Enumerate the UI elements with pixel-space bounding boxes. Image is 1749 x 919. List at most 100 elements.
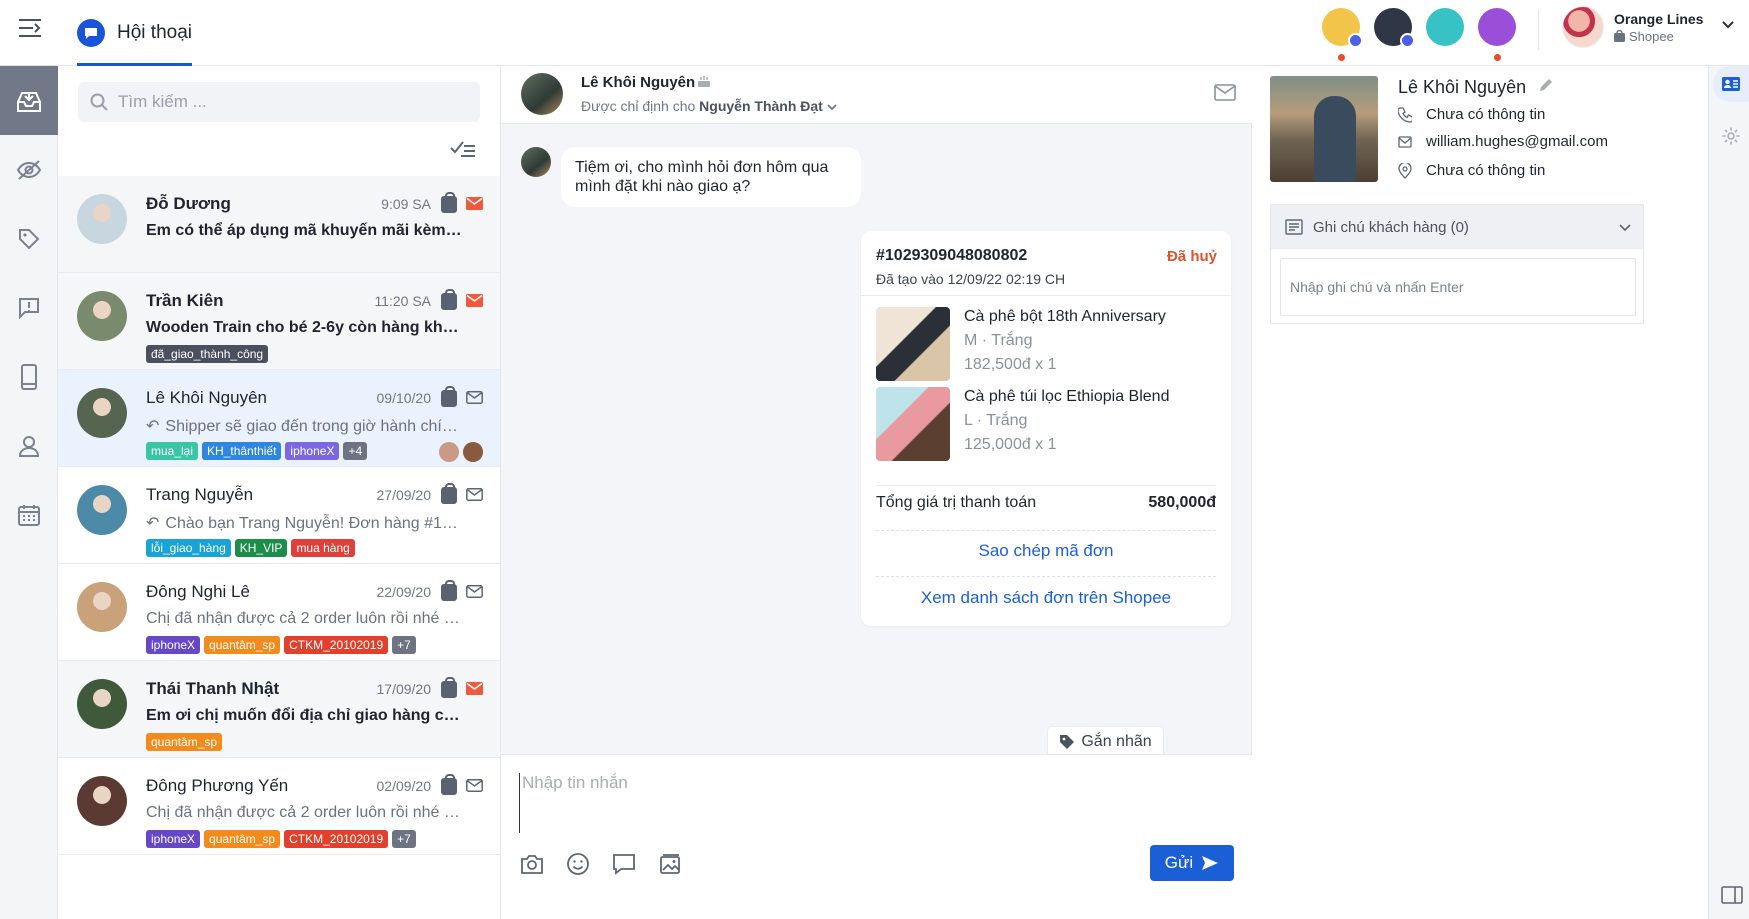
contact-card-icon[interactable]	[1713, 66, 1749, 102]
chevron-down-icon[interactable]	[1722, 16, 1734, 32]
tag-badge: mua_lại	[146, 442, 199, 460]
product-image	[876, 307, 950, 381]
left-nav-rail	[0, 66, 58, 919]
conversation-name: Trang Nguyễn	[146, 485, 254, 504]
shop-avatar[interactable]	[1374, 8, 1415, 48]
conversation-name: Đông Nghi Lê	[146, 582, 250, 601]
customer-address-row: Chưa có thông tin	[1398, 162, 1545, 179]
product-variant: M · Trắng	[964, 332, 1033, 349]
shopee-bag-icon	[441, 192, 457, 213]
conversation-item[interactable]: Trang Nguyễn 27/09/20 ↶ Chào bạn Trang Nguy…	[58, 467, 500, 564]
order-product: Cà phê bột 18th Anniversary M · Trắng 18…	[876, 307, 1216, 387]
note-icon	[1285, 219, 1303, 235]
shop-avatar[interactable]	[1426, 8, 1464, 46]
settings-gear-icon[interactable]	[1721, 126, 1741, 151]
search-box	[78, 82, 480, 122]
nav-mobile[interactable]	[0, 342, 58, 411]
conversation-preview: Chị đã nhận được cả 2 order luôn rồi nhé…	[146, 610, 466, 628]
shop-switcher	[1322, 8, 1516, 61]
edit-pencil-icon[interactable]	[1538, 77, 1553, 98]
account-menu[interactable]: Orange Lines Shopee	[1562, 6, 1734, 48]
conversation-tags: lỗi_giao_hàng KH_VIP mua hàng	[146, 539, 355, 557]
product-variant: L · Trắng	[964, 412, 1028, 429]
conversation-item[interactable]: Lê Khôi Nguyên 09/10/20 ↶ Shipper sẽ giao đ…	[58, 370, 500, 467]
camera-icon[interactable]	[519, 851, 545, 877]
product-name: Cà phê bột 18th Anniversary	[964, 308, 1166, 325]
assignment-selector[interactable]: Được chỉ định cho Nguyễn Thành Đạt	[581, 98, 837, 114]
reply-arrow-icon: ↶	[146, 418, 160, 435]
nav-reports[interactable]	[0, 273, 58, 342]
assign-label-button[interactable]: Gắn nhãn	[1047, 726, 1164, 756]
shop-avatar[interactable]	[1322, 8, 1363, 61]
customer-photo	[1270, 76, 1378, 182]
image-gallery-icon[interactable]	[657, 851, 683, 877]
conversation-item[interactable]: Trần Kiên 11:20 SA Wooden Train cho bé 2-6…	[58, 273, 500, 370]
notes-input[interactable]	[1280, 258, 1636, 316]
mark-all-read-icon[interactable]	[450, 138, 476, 163]
conversation-item[interactable]: Đỗ Dương 9:09 SA Em có thể áp dụng mã khuy…	[58, 176, 500, 273]
account-name: Orange Lines	[1614, 10, 1704, 27]
nav-tags[interactable]	[0, 204, 58, 273]
tag-badge: mua hàng	[291, 539, 355, 557]
conversation-item[interactable]: Đông Nghi Lê 22/09/20 Chị đã nhận được cả …	[58, 564, 500, 661]
assigned-prefix: Được chỉ định cho	[581, 98, 696, 114]
nav-hidden[interactable]	[0, 135, 58, 204]
order-total-label: Tổng giá trị thanh toán	[876, 494, 1037, 511]
product-image	[876, 387, 950, 461]
conversation-avatar	[77, 679, 127, 729]
conversation-preview-text: Chào bạn Trang Nguyễn! Đơn hàng #152...	[165, 515, 466, 532]
emoji-icon[interactable]	[565, 851, 591, 877]
shopee-bag-icon	[441, 774, 457, 795]
order-id: #1029309048080802	[876, 247, 1028, 264]
nav-customers[interactable]	[0, 411, 58, 480]
customer-email: william.hughes@gmail.com	[1426, 133, 1608, 150]
product-price-qty: 182,500đ x 1	[964, 356, 1057, 373]
conversation-preview-text: Chị đã nhận được cả 2 order luôn rồi nhé…	[146, 804, 466, 821]
conversation-tags: đã_giao_thành_công	[146, 345, 269, 363]
message-input[interactable]	[519, 773, 1219, 833]
menu-toggle-icon[interactable]	[8, 8, 52, 48]
conversation-preview: Chị đã nhận được cả 2 order luôn rồi nhé…	[146, 804, 466, 822]
tab-conversations-label: Hội thoại	[117, 22, 192, 43]
notes-header[interactable]: Ghi chú khách hàng (0)	[1271, 205, 1643, 249]
conversation-tags: quantâm_sp	[146, 733, 223, 751]
conversation-time: 11:20 SA	[374, 293, 431, 309]
tag-badge: +4	[343, 442, 368, 460]
view-orders-shopee-link[interactable]: Xem danh sách đơn trên Shopee	[861, 588, 1231, 608]
conversation-item[interactable]: Đông Phương Yến 02/09/20 Chị đã nhận được …	[58, 758, 500, 855]
send-arrow-icon	[1202, 856, 1219, 870]
phone-device-icon	[21, 363, 37, 390]
conversation-time: 02/09/20	[376, 778, 432, 794]
mail-icon	[466, 779, 483, 797]
mail-icon	[1398, 135, 1412, 148]
conversation-item[interactable]: Thái Thanh Nhật 17/09/20 Em ơi chị muốn đổ…	[58, 661, 500, 758]
messenger-badge-icon	[1348, 33, 1363, 48]
conversation-name: Đỗ Dương	[146, 194, 231, 213]
tag-badge: iphoneX	[146, 636, 201, 654]
divider	[876, 576, 1216, 577]
account-avatar	[1562, 6, 1604, 48]
tab-conversations[interactable]: Hội thoại	[77, 0, 192, 66]
incoming-message: Tiệm ơi, cho mình hỏi đơn hôm qua mình đ…	[561, 147, 861, 207]
conversation-avatar	[77, 582, 127, 632]
conversation-preview: Em có thể áp dụng mã khuyến mãi kèm với.…	[146, 222, 466, 240]
mail-icon[interactable]	[1214, 84, 1236, 106]
conversation-tags: iphoneX quantâm_sp CTKM_20102019 +7	[146, 636, 416, 654]
send-button[interactable]: Gửi	[1150, 845, 1234, 881]
nav-inbox[interactable]	[0, 66, 58, 135]
nav-calendar[interactable]	[0, 480, 58, 549]
shop-avatar[interactable]	[1478, 8, 1516, 61]
conversation-preview-text: Wooden Train cho bé 2-6y còn hàng không.…	[146, 319, 466, 336]
customer-email-row: william.hughes@gmail.com	[1398, 133, 1608, 150]
mail-icon	[466, 585, 483, 603]
chevron-down-icon[interactable]	[1619, 219, 1631, 236]
quick-reply-icon[interactable]	[611, 851, 637, 877]
search-input[interactable]	[118, 92, 438, 112]
inbox-icon	[17, 91, 41, 112]
customer-phone-row: Chưa có thông tin	[1398, 106, 1545, 123]
copy-order-id-link[interactable]: Sao chép mã đơn	[861, 541, 1231, 561]
panel-toggle-icon[interactable]	[1721, 886, 1743, 909]
conversation-avatar	[77, 194, 127, 244]
customer-name: Lê Khôi Nguyên	[1398, 77, 1527, 97]
conversation-avatar	[77, 291, 127, 341]
